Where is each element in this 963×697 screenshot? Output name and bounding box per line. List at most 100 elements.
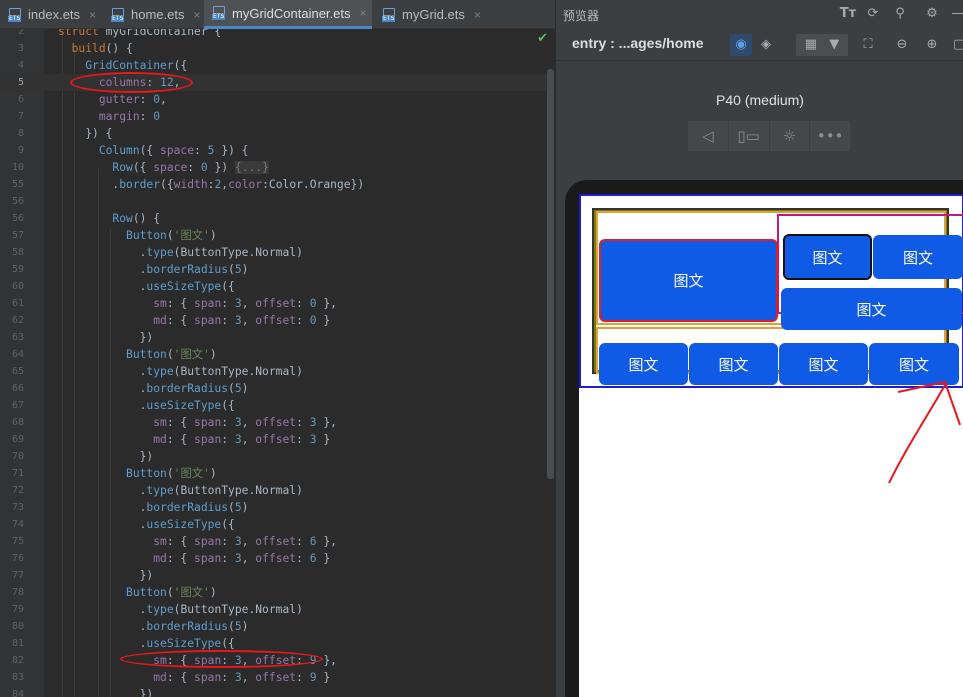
code-line[interactable]: 56 Row() { bbox=[0, 210, 548, 227]
line-number: 82 bbox=[11, 655, 24, 666]
code-line[interactable]: 7 margin: 0 bbox=[0, 108, 548, 125]
device-name: P40 (medium) bbox=[716, 92, 804, 108]
code-editor[interactable]: 2 struct myGridContainer {3 build() {4 Gr… bbox=[0, 29, 555, 697]
editor-scrollbar[interactable] bbox=[547, 69, 554, 479]
code-line[interactable]: 6 gutter: 0, bbox=[0, 91, 548, 108]
code-text: Column({ space: 5 }) { bbox=[98, 144, 249, 157]
preview-button[interactable]: 图文 bbox=[873, 235, 963, 279]
tab-label: index.ets bbox=[28, 7, 81, 22]
code-line[interactable]: 76 md: { span: 3, offset: 6 } bbox=[0, 550, 548, 567]
preview-button[interactable]: 图文 bbox=[779, 343, 868, 385]
zoom-in-icon[interactable]: ⊕ bbox=[922, 34, 942, 56]
code-line[interactable]: 70 }) bbox=[0, 448, 548, 465]
code-line[interactable]: 4 GridContainer({ bbox=[0, 57, 548, 74]
crop-icon[interactable]: ⛶ bbox=[858, 34, 878, 56]
minimize-icon[interactable]: — bbox=[949, 5, 963, 23]
preview-button[interactable]: 图文 bbox=[599, 343, 688, 385]
code-line[interactable]: 61 sm: { span: 3, offset: 0 }, bbox=[0, 295, 548, 312]
code-line[interactable]: 68 sm: { span: 3, offset: 3 }, bbox=[0, 414, 548, 431]
code-line[interactable]: 72 .type(ButtonType.Normal) bbox=[0, 482, 548, 499]
code-line[interactable]: 3 build() { bbox=[0, 40, 548, 57]
ets-file-icon: ETS bbox=[8, 7, 22, 22]
code-line[interactable]: 63 }) bbox=[0, 329, 548, 346]
preview-button[interactable]: 图文 bbox=[599, 239, 778, 322]
line-number: 2 bbox=[17, 29, 24, 37]
zoom-out-icon[interactable]: ⊖ bbox=[892, 34, 912, 56]
code-line[interactable]: 74 .useSizeType({ bbox=[0, 516, 548, 533]
code-line[interactable]: 73 .borderRadius(5) bbox=[0, 499, 548, 516]
code-line[interactable]: 10 Row({ space: 0 }) {...} bbox=[0, 159, 548, 176]
layers-icon[interactable]: ◈ bbox=[755, 34, 777, 56]
annotation-ellipse-offset bbox=[120, 650, 323, 668]
inspector-icon[interactable]: ◉ bbox=[730, 34, 752, 56]
tab-index-ets[interactable]: ETS index.ets × bbox=[0, 0, 103, 29]
line-number: 63 bbox=[11, 332, 24, 343]
code-line[interactable]: 62 md: { span: 3, offset: 0 } bbox=[0, 312, 548, 329]
more-toolbar-icon[interactable]: ▢ bbox=[952, 34, 963, 56]
code-line[interactable]: 67 .useSizeType({ bbox=[0, 397, 548, 414]
grid-icon: ▦ bbox=[804, 37, 818, 52]
ets-file-icon: ETS bbox=[111, 7, 125, 22]
code-text: .useSizeType({ bbox=[58, 399, 235, 412]
tab-home-ets[interactable]: ETS home.ets × bbox=[103, 0, 203, 29]
font-size-icon[interactable]: Tт bbox=[839, 5, 857, 23]
close-icon[interactable]: × bbox=[360, 6, 367, 20]
code-line[interactable]: 77 }) bbox=[0, 567, 548, 584]
tab-label: myGrid.ets bbox=[402, 7, 465, 22]
refresh-icon[interactable]: ⟳ bbox=[864, 5, 882, 23]
close-icon[interactable]: × bbox=[474, 8, 481, 22]
code-line[interactable]: 60 .useSizeType({ bbox=[0, 278, 548, 295]
code-line[interactable]: 71 Button('图文') bbox=[0, 465, 548, 482]
gear-icon[interactable]: ⚙ bbox=[923, 5, 941, 23]
code-line[interactable]: 81 .useSizeType({ bbox=[0, 635, 548, 652]
code-line[interactable]: 58 .type(ButtonType.Normal) bbox=[0, 244, 548, 261]
code-text: Button('图文') bbox=[126, 467, 217, 480]
preview-button[interactable]: 图文 bbox=[781, 288, 962, 330]
code-line[interactable]: 65 .type(ButtonType.Normal) bbox=[0, 363, 548, 380]
grid-view-select[interactable]: ▦ ▼ bbox=[796, 34, 848, 56]
code-line[interactable]: 55 .border({width:2,color:Color.Orange}) bbox=[0, 176, 548, 193]
code-text: md: { span: 3, offset: 0 } bbox=[153, 314, 331, 327]
code-line[interactable]: 64 Button('图文') bbox=[0, 346, 548, 363]
tab-label: myGridContainer.ets bbox=[232, 5, 351, 21]
close-icon[interactable]: × bbox=[193, 8, 200, 22]
code-line[interactable]: 80 .borderRadius(5) bbox=[0, 618, 548, 635]
tab-mygrid-ets[interactable]: ETS myGrid.ets × bbox=[374, 0, 484, 29]
code-line[interactable]: 9 Column({ space: 5 }) { bbox=[0, 142, 548, 159]
code-text: md: { span: 3, offset: 9 } bbox=[153, 671, 331, 684]
back-icon[interactable]: ◁ bbox=[688, 121, 729, 151]
code-text: .border({width:2,color:Color.Orange}) bbox=[58, 178, 365, 191]
code-line[interactable]: 57 Button('图文') bbox=[0, 227, 548, 244]
line-number: 8 bbox=[17, 128, 24, 139]
line-number: 72 bbox=[11, 485, 24, 496]
code-line[interactable]: 83 md: { span: 3, offset: 9 } bbox=[0, 669, 548, 686]
code-text: .borderRadius(5) bbox=[58, 501, 249, 514]
code-line[interactable]: 8 }) { bbox=[0, 125, 548, 142]
tab-mygridcontainer-ets[interactable]: ETS myGridContainer.ets × bbox=[204, 0, 372, 29]
more-icon[interactable]: ••• bbox=[810, 121, 850, 151]
preview-button[interactable]: 图文 bbox=[689, 343, 778, 385]
code-line[interactable]: 59 .borderRadius(5) bbox=[0, 261, 548, 278]
code-line[interactable]: 78 Button('图文') bbox=[0, 584, 548, 601]
code-text: build() { bbox=[71, 42, 133, 55]
code-text: .borderRadius(5) bbox=[58, 382, 249, 395]
rotate-icon[interactable]: ▯▭ bbox=[728, 121, 770, 151]
code-line[interactable]: 69 md: { span: 3, offset: 3 } bbox=[0, 431, 548, 448]
pin-icon[interactable]: ⚲ bbox=[891, 5, 909, 23]
line-number: 81 bbox=[11, 638, 24, 649]
code-line[interactable]: 66 .borderRadius(5) bbox=[0, 380, 548, 397]
line-number: 73 bbox=[11, 502, 24, 513]
brightness-icon[interactable]: ☼ bbox=[769, 121, 811, 151]
preview-button[interactable]: 图文 bbox=[783, 234, 872, 280]
code-line[interactable]: 84 }) bbox=[0, 686, 548, 697]
close-icon[interactable]: × bbox=[89, 8, 96, 22]
code-line[interactable]: 79 .type(ButtonType.Normal) bbox=[0, 601, 548, 618]
line-number: 3 bbox=[17, 43, 24, 54]
code-line[interactable]: 56 bbox=[0, 193, 548, 210]
preview-button[interactable]: 图文 bbox=[869, 343, 959, 385]
line-number: 68 bbox=[11, 417, 24, 428]
device-screen[interactable]: 图文 图文 图文 图文 图文 图文 图文 图文 bbox=[579, 194, 963, 697]
code-line[interactable]: 75 sm: { span: 3, offset: 6 }, bbox=[0, 533, 548, 550]
code-line[interactable]: 2 struct myGridContainer { bbox=[0, 29, 548, 40]
previewer-header: 预览器 Tт ⟳ ⚲ ⚙ — bbox=[556, 0, 963, 29]
